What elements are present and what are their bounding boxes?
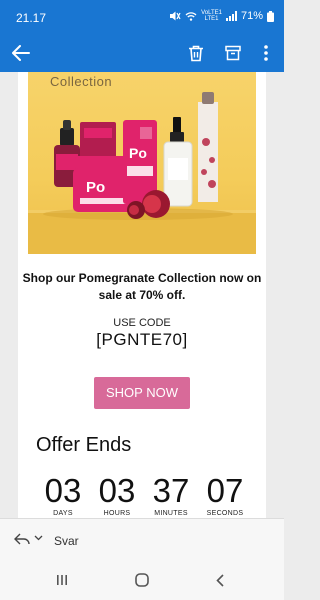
archive-button[interactable] [220,40,246,66]
reply-label[interactable]: Svar [54,534,79,548]
status-time: 21.17 [16,11,47,25]
more-options-button[interactable] [253,40,279,66]
battery-percent: 71% [240,10,263,22]
box-label: Po [129,145,147,161]
countdown-label: SECONDS [206,510,244,517]
countdown-value: 03 [44,472,82,509]
status-bar: 21.17 VoLTE1 LTE1 71% [0,0,284,34]
code-label: USE CODE [113,317,171,329]
countdown-label: HOURS [103,510,131,517]
battery-icon [267,10,274,22]
countdown-hours: 03 HOURS [90,472,144,518]
countdown-value: 37 [152,472,190,509]
reply-icon[interactable] [14,533,30,545]
countdown-label: MINUTES [154,510,188,517]
email-body[interactable]: Collection Po Po Shop our Pomegranate Co… [0,72,284,518]
product-illustration: Po Po [28,92,256,254]
more-vert-icon [264,45,268,61]
shop-now-button[interactable]: SHOP NOW [94,377,190,409]
nav-back-icon[interactable] [216,574,224,587]
countdown-timer: 03 DAYS 03 HOURS 37 MINUTES 07 SECONDS [36,474,256,518]
countdown-value: 07 [206,472,244,509]
reply-bar: Svar [0,518,284,562]
chevron-down-icon[interactable] [34,535,43,541]
hero-product-image[interactable]: Collection Po Po [28,72,256,254]
arrow-left-icon [12,45,30,61]
countdown-value: 03 [98,472,136,509]
delete-button[interactable] [183,40,209,66]
trash-icon [189,45,203,61]
status-system-icons: VoLTE1 LTE1 71% [169,10,274,22]
system-nav-bar [0,562,284,600]
countdown-minutes: 37 MINUTES [144,472,198,518]
signal-icon [225,11,237,21]
recents-icon[interactable] [56,574,68,586]
countdown-seconds: 07 SECONDS [198,472,252,518]
promo-code: [PGNTE70] [96,330,188,349]
back-button[interactable] [8,40,34,66]
offer-title: Offer Ends [36,434,132,456]
jar-label: Po [86,179,105,196]
promo-headline: Shop our Pomegranate Collection now on s… [22,271,262,302]
countdown-days: 03 DAYS [36,472,90,518]
wifi-icon [185,11,197,21]
app-bar [0,34,284,72]
countdown-label: DAYS [53,510,73,517]
home-icon[interactable] [135,573,149,587]
email-card: Collection Po Po Shop our Pomegranate Co… [18,72,266,518]
mute-icon [170,11,181,21]
network-type: VoLTE1 LTE1 [201,10,222,22]
archive-icon [225,45,241,61]
